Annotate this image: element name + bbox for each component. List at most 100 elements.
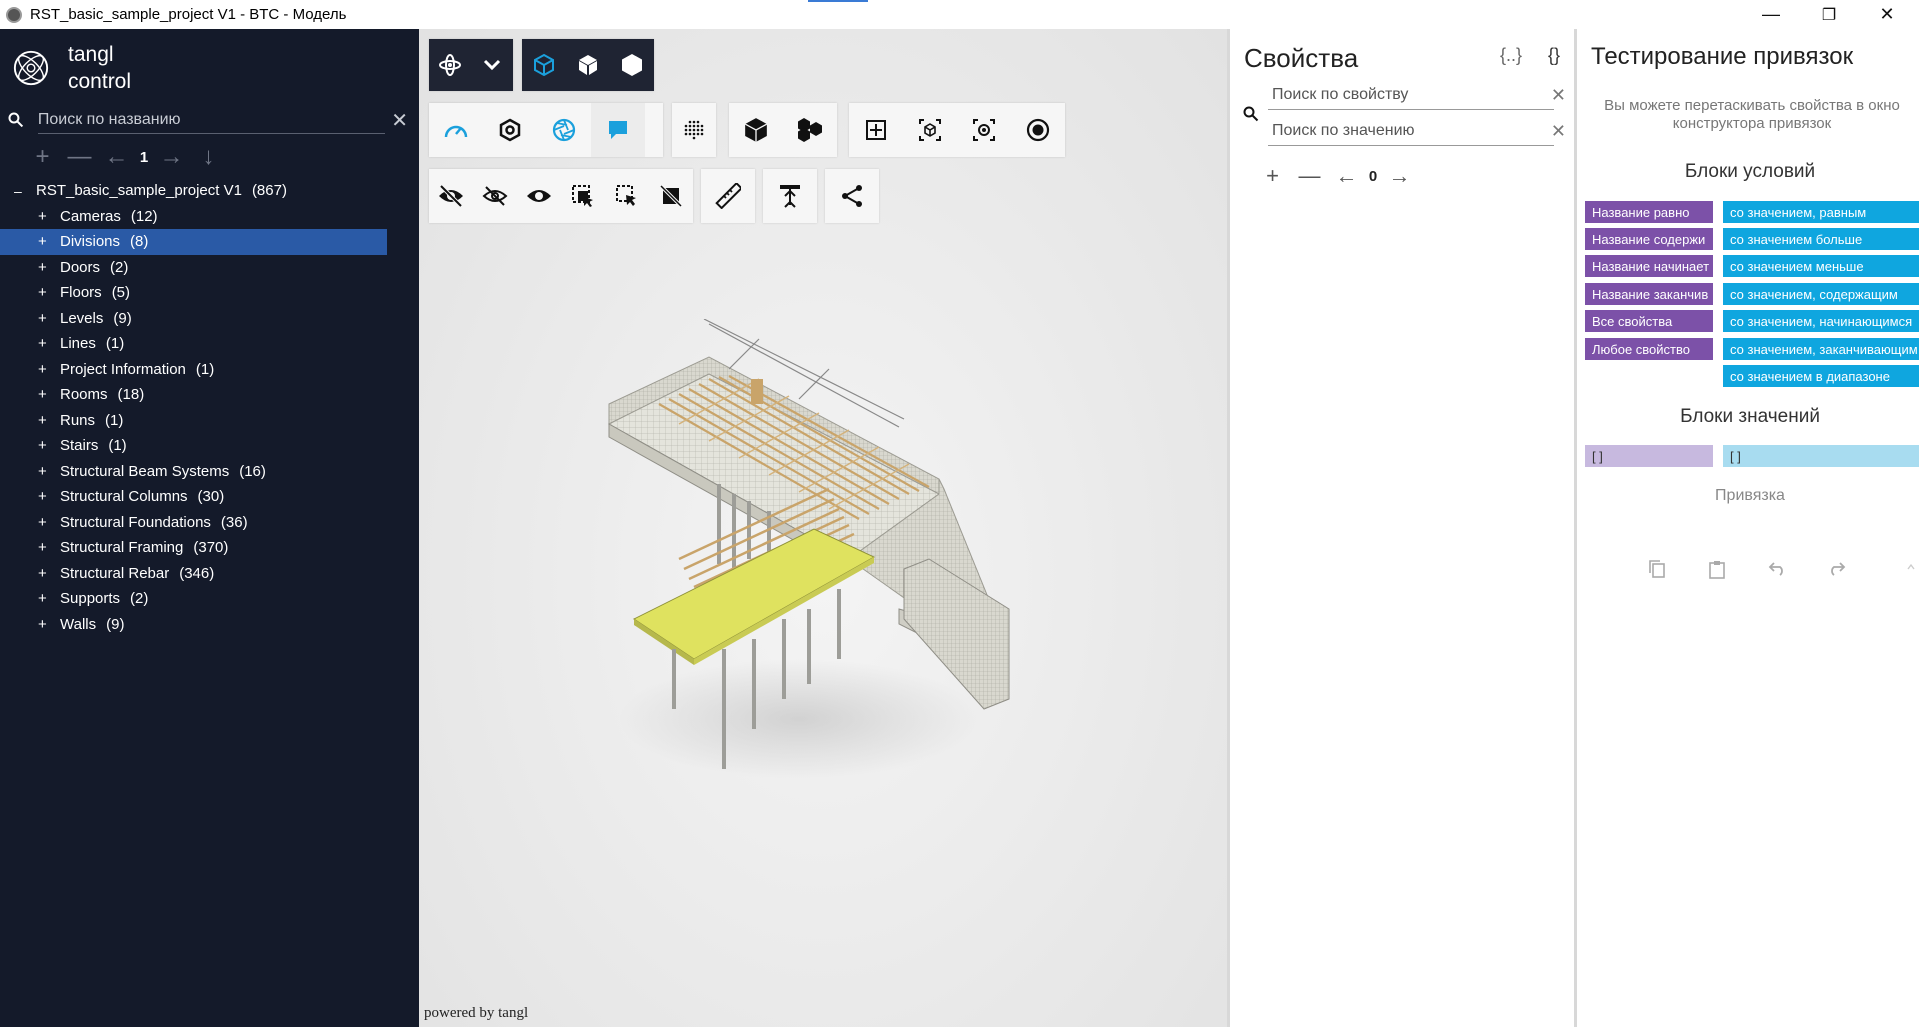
tree-item-doors[interactable]: + Doors (2) (0, 255, 387, 281)
paste-icon[interactable] (1705, 557, 1729, 581)
deselect-icon[interactable] (649, 169, 693, 223)
value-range-block[interactable]: со значением в диапазоне (1723, 365, 1919, 387)
value-starts-block[interactable]: со значением, начинающимся (1723, 310, 1919, 332)
value-equals-block[interactable]: со значением, равным (1723, 201, 1919, 223)
search-property-field[interactable]: Поиск по свойству ✕ (1268, 81, 1566, 110)
search-clear-icon[interactable]: ✕ (391, 108, 408, 133)
expand-toggle[interactable]: + (38, 386, 60, 403)
undo-icon[interactable] (1765, 557, 1789, 581)
expand-toggle[interactable]: + (38, 208, 60, 225)
select-cursor-icon[interactable] (605, 169, 649, 223)
dot-grid-icon[interactable] (672, 103, 716, 157)
show-all-icon[interactable] (517, 169, 561, 223)
name-starts-block[interactable]: Название начинает (1585, 255, 1713, 277)
json-icon[interactable]: {} (1548, 45, 1560, 66)
scroll-down-button[interactable]: ↓ (190, 143, 227, 171)
expand-toggle[interactable]: + (38, 412, 60, 429)
tree-item-divisions[interactable]: + Divisions (8) (0, 229, 387, 255)
collapsed-json-icon[interactable]: {..} (1500, 45, 1522, 66)
expand-toggle[interactable]: + (38, 259, 60, 276)
expand-toggle[interactable]: + (38, 616, 60, 633)
name-contains-block[interactable]: Название содержи (1585, 228, 1713, 250)
tree-item-project-information[interactable]: + Project Information (1) (0, 357, 387, 383)
expand-toggle[interactable]: + (38, 335, 60, 352)
expand-toggle[interactable]: + (38, 488, 60, 505)
tree-item-rooms[interactable]: + Rooms (18) (0, 382, 387, 408)
maximize-button[interactable]: ❐ (1800, 0, 1858, 29)
hide-others-icon[interactable] (473, 169, 517, 223)
tree-item-structural-rebar[interactable]: + Structural Rebar (346) (0, 561, 387, 587)
search-value-field[interactable]: Поиск по значению ✕ (1268, 117, 1566, 146)
next-page-button[interactable]: → (1381, 163, 1418, 189)
close-button[interactable]: ✕ (1858, 0, 1916, 29)
expand-toggle[interactable]: + (38, 310, 60, 327)
collapse-toggle[interactable]: – (14, 183, 36, 199)
prev-page-button[interactable]: ← (1328, 163, 1365, 189)
wireframe-cube-button[interactable] (522, 39, 566, 91)
navigation-mode-dropdown[interactable] (429, 39, 513, 91)
search-by-name-input[interactable] (37, 106, 386, 134)
value-block-right[interactable]: [ ] (1723, 445, 1919, 467)
tree-item-stairs[interactable]: + Stairs (1) (0, 433, 387, 459)
expand-toggle[interactable]: + (38, 463, 60, 480)
fit-all-icon[interactable] (849, 103, 903, 157)
tree-item-structural-framing[interactable]: + Structural Framing (370) (0, 535, 387, 561)
value-ends-block[interactable]: со значением, заканчивающим (1723, 338, 1919, 360)
expand-toggle[interactable]: + (38, 233, 60, 250)
expand-toggle[interactable]: + (38, 514, 60, 531)
3d-viewer[interactable]: powered by tangl (419, 29, 1227, 1027)
expand-toggle[interactable]: + (38, 539, 60, 556)
expand-toggle[interactable]: + (38, 590, 60, 607)
value-greater-block[interactable]: со значением больше (1723, 228, 1919, 250)
shaded-cube-button[interactable] (566, 39, 610, 91)
redo-icon[interactable] (1825, 557, 1849, 581)
tree-item-structural-beam-systems[interactable]: + Structural Beam Systems (16) (0, 459, 387, 485)
expand-all-button[interactable]: + (24, 143, 61, 171)
clear-icon[interactable]: ✕ (1551, 121, 1566, 142)
expand-toggle[interactable]: + (38, 565, 60, 582)
name-ends-block[interactable]: Название заканчив (1585, 283, 1713, 305)
aperture-icon[interactable] (537, 103, 591, 157)
tree-root[interactable]: – RST_basic_sample_project V1 (867) (0, 178, 419, 204)
tree-item-walls[interactable]: + Walls (9) (0, 612, 387, 638)
hex-nut-icon[interactable] (483, 103, 537, 157)
tree-item-cameras[interactable]: + Cameras (12) (0, 204, 387, 230)
value-less-block[interactable]: со значением меньше (1723, 255, 1919, 277)
copy-icon[interactable] (1645, 557, 1669, 581)
all-properties-block[interactable]: Все свойства (1585, 310, 1713, 332)
expand-toggle[interactable]: + (38, 284, 60, 301)
minimize-button[interactable]: — (1742, 0, 1800, 29)
speedometer-icon[interactable] (429, 103, 483, 157)
building-model[interactable] (599, 319, 1019, 799)
tree-item-supports[interactable]: + Supports (2) (0, 586, 387, 612)
section-plane-icon[interactable] (763, 169, 817, 223)
solid-cube-button[interactable] (610, 39, 654, 91)
tree-item-lines[interactable]: + Lines (1) (0, 331, 387, 357)
clear-icon[interactable]: ✕ (1551, 85, 1566, 106)
value-contains-block[interactable]: со значением, содержащим (1723, 283, 1919, 305)
collapse-all-button[interactable]: — (1291, 163, 1328, 189)
focus-icon[interactable] (957, 103, 1011, 157)
box-icon[interactable] (729, 103, 783, 157)
tree-item-structural-columns[interactable]: + Structural Columns (30) (0, 484, 387, 510)
tree-item-runs[interactable]: + Runs (1) (0, 408, 387, 434)
expand-all-button[interactable]: + (1254, 163, 1291, 189)
comment-icon[interactable] (591, 103, 645, 157)
fit-cube-icon[interactable] (903, 103, 957, 157)
share-icon[interactable] (825, 169, 879, 223)
hide-icon[interactable] (429, 169, 473, 223)
value-block-left[interactable]: [ ] (1585, 445, 1713, 467)
tree-item-floors[interactable]: + Floors (5) (0, 280, 387, 306)
prev-page-button[interactable]: ← (98, 143, 135, 171)
select-box-icon[interactable] (561, 169, 605, 223)
any-property-block[interactable]: Любое свойство (1585, 338, 1713, 360)
tree-item-levels[interactable]: + Levels (9) (0, 306, 387, 332)
tree-item-structural-foundations[interactable]: + Structural Foundations (36) (0, 510, 387, 536)
expand-toggle[interactable]: + (38, 437, 60, 454)
target-icon[interactable] (1011, 103, 1065, 157)
next-page-button[interactable]: → (153, 143, 190, 171)
scroll-up-icon[interactable] (1906, 562, 1916, 572)
molecules-icon[interactable] (783, 103, 837, 157)
ruler-icon[interactable] (701, 169, 755, 223)
collapse-all-button[interactable]: — (61, 143, 98, 171)
